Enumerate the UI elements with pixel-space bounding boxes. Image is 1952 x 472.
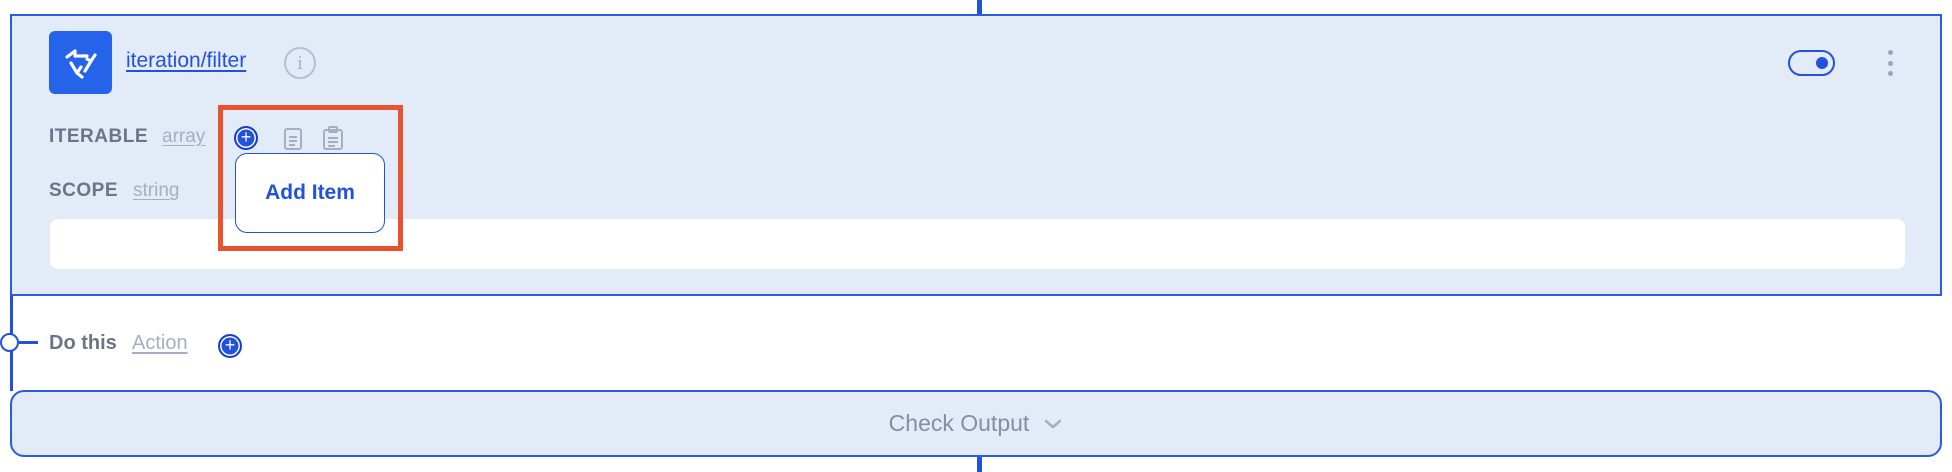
- info-icon[interactable]: i: [284, 47, 316, 79]
- toggle-knob: [1816, 57, 1828, 69]
- check-output-button[interactable]: Check Output: [10, 390, 1942, 457]
- node-title-link[interactable]: iteration/filter: [126, 49, 246, 73]
- kebab-dot: [1887, 60, 1893, 66]
- param-label-iterable: ITERABLE: [49, 126, 148, 147]
- info-symbol: i: [297, 52, 303, 74]
- check-output-label: Check Output: [888, 410, 1030, 436]
- enable-toggle[interactable]: [1788, 50, 1835, 76]
- param-type-iterable[interactable]: array: [162, 126, 205, 148]
- node-icon: [49, 31, 112, 94]
- param-label-scope: SCOPE: [49, 180, 119, 201]
- flow-connector-bottom: [977, 457, 982, 472]
- rail-connector-circle[interactable]: [0, 333, 19, 352]
- add-action-button[interactable]: +: [218, 334, 242, 358]
- kebab-menu-icon[interactable]: [1883, 50, 1897, 76]
- kebab-dot: [1887, 50, 1893, 55]
- flow-connector-top: [977, 0, 982, 14]
- do-this-type[interactable]: Action: [132, 332, 188, 355]
- do-this-label: Do this: [49, 332, 117, 354]
- highlight-box: [218, 105, 403, 251]
- rail-connector-line: [19, 341, 38, 344]
- param-type-scope[interactable]: string: [133, 180, 179, 202]
- shuffle-arrows-icon: [64, 48, 97, 79]
- chevron-down-icon: [1043, 418, 1063, 430]
- kebab-dot: [1887, 71, 1893, 76]
